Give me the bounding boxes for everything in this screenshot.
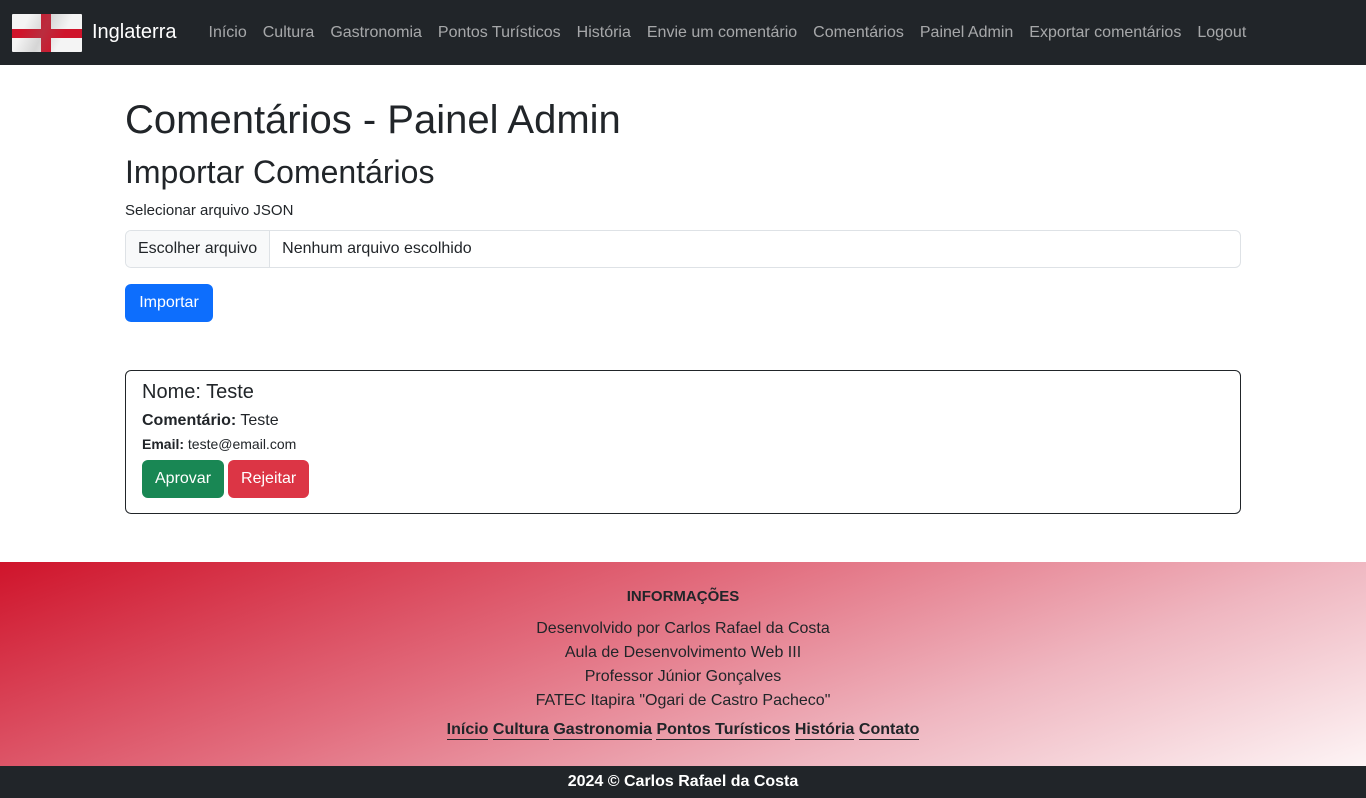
comment-email-row: Email: teste@email.com [142, 436, 1224, 452]
footer-info: Desenvolvido por Carlos Rafael da Costa … [0, 617, 1366, 713]
copyright-bar: 2024 © Carlos Rafael da Costa [0, 766, 1366, 798]
nav-link-envie-comentario[interactable]: Envie um comentário [639, 24, 805, 42]
england-flag-icon [12, 13, 82, 52]
footer-link-inicio[interactable]: Início [446, 721, 489, 740]
reject-button[interactable]: Rejeitar [228, 460, 310, 498]
nav-link-inicio[interactable]: Início [201, 24, 255, 42]
nav-link-comentarios[interactable]: Comentários [805, 24, 912, 42]
footer-info-line: Desenvolvido por Carlos Rafael da Costa [536, 620, 830, 637]
footer-link-contato[interactable]: Contato [858, 721, 920, 740]
top-navbar: Inglaterra Início Cultura Gastronomia Po… [0, 0, 1366, 65]
comment-card: Nome: Teste Comentário: Teste Email: tes… [125, 370, 1241, 514]
footer-link-historia[interactable]: História [794, 721, 855, 740]
comment-name: Nome: Teste [142, 381, 254, 403]
nav-link-gastronomia[interactable]: Gastronomia [322, 24, 430, 42]
comment-text-row: Comentário: Teste [142, 412, 1224, 430]
choose-file-button[interactable]: Escolher arquivo [126, 231, 271, 267]
nav-link-logout[interactable]: Logout [1189, 24, 1254, 42]
footer-title: INFORMAÇÕES [626, 588, 740, 605]
footer: INFORMAÇÕES Desenvolvido por Carlos Rafa… [0, 562, 1366, 766]
comment-actions: Aprovar Rejeitar [142, 460, 1224, 498]
nav-links: Início Cultura Gastronomia Pontos Turíst… [201, 24, 1255, 42]
email-value: teste@email.com [187, 436, 297, 452]
brand-name: Inglaterra [92, 21, 177, 43]
nav-link-historia[interactable]: História [569, 24, 639, 42]
file-label: Selecionar arquivo JSON [125, 202, 294, 219]
page-title: Comentários - Painel Admin [125, 98, 621, 142]
email-label: Email: [142, 436, 185, 452]
nav-link-exportar-comentarios[interactable]: Exportar comentários [1021, 24, 1189, 42]
import-button[interactable]: Importar [125, 284, 213, 322]
import-heading: Importar Comentários [125, 154, 435, 190]
nav-link-pontos-turisticos[interactable]: Pontos Turísticos [430, 24, 569, 42]
nav-link-painel-admin[interactable]: Painel Admin [912, 24, 1021, 42]
nav-link-cultura[interactable]: Cultura [255, 24, 323, 42]
footer-link-pontos-turisticos[interactable]: Pontos Turísticos [656, 721, 791, 740]
footer-info-line: Professor Júnior Gonçalves [584, 668, 782, 685]
footer-link-gastronomia[interactable]: Gastronomia [553, 721, 653, 740]
file-input[interactable]: Escolher arquivo Nenhum arquivo escolhid… [125, 230, 1241, 268]
footer-info-line: FATEC Itapira "Ogari de Castro Pacheco" [535, 692, 831, 709]
footer-link-cultura[interactable]: Cultura [492, 721, 549, 740]
file-status: Nenhum arquivo escolhido [282, 240, 472, 257]
footer-info-line: Aula de Desenvolvimento Web III [564, 644, 802, 661]
approve-button[interactable]: Aprovar [142, 460, 225, 498]
footer-links: Início Cultura Gastronomia Pontos Turíst… [0, 721, 1366, 740]
comment-label: Comentário: [142, 412, 237, 429]
comment-value: Teste [240, 412, 279, 429]
brand-link[interactable]: Inglaterra [12, 13, 201, 52]
